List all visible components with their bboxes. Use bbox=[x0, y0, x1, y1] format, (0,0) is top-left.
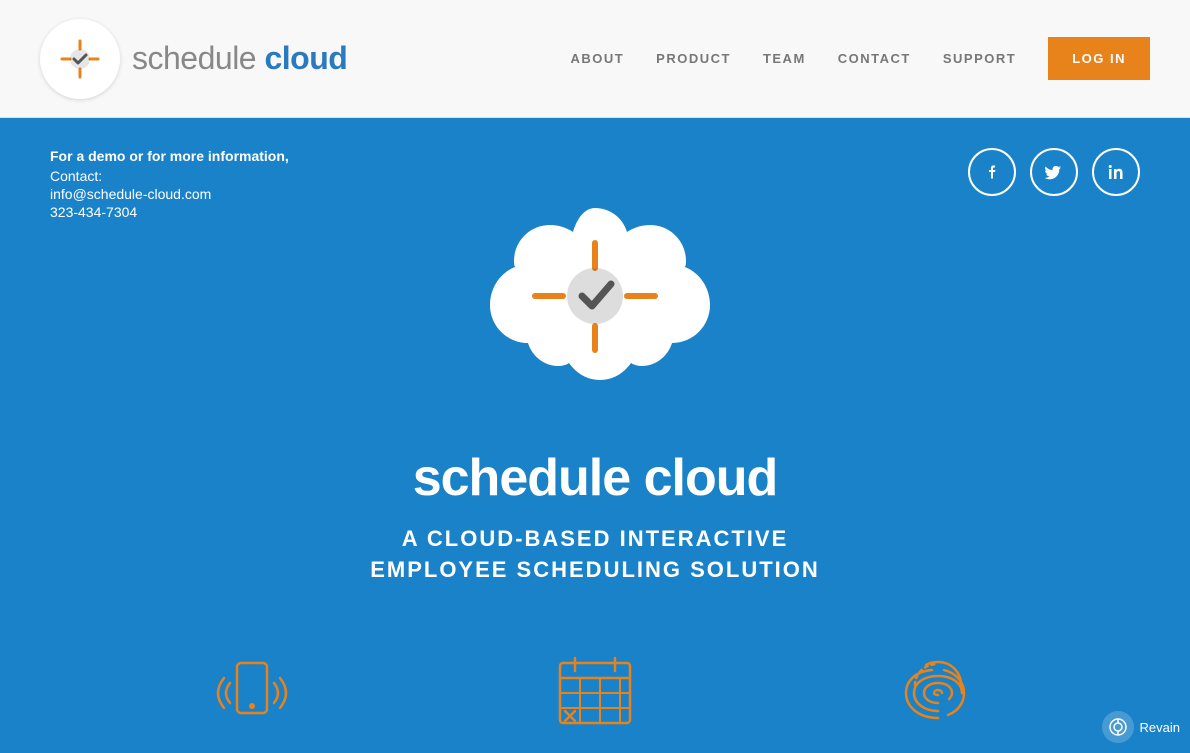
facebook-icon[interactable] bbox=[968, 148, 1016, 196]
twitter-icon[interactable] bbox=[1030, 148, 1078, 196]
hero-brand-regular: schedule bbox=[413, 449, 644, 507]
nav-about[interactable]: ABOUT bbox=[570, 51, 624, 66]
contact-info: For a demo or for more information, Cont… bbox=[50, 148, 289, 220]
logo-text-bold: cloud bbox=[264, 40, 347, 76]
hero-brand-bold: cloud bbox=[644, 449, 778, 507]
nav-product[interactable]: PRODUCT bbox=[656, 51, 731, 66]
contact-label: Contact: bbox=[50, 168, 289, 184]
navigation: ABOUT PRODUCT TEAM CONTACT SUPPORT LOG I… bbox=[570, 37, 1150, 80]
hero-subtitle-line1: A CLOUD-BASED INTERACTIVE bbox=[370, 524, 820, 555]
revain-label: Revain bbox=[1140, 720, 1180, 735]
logo-text-regular: schedule bbox=[132, 40, 264, 76]
revain-badge: Revain bbox=[1102, 711, 1180, 743]
nav-contact[interactable]: CONTACT bbox=[838, 51, 911, 66]
mobile-icon bbox=[202, 643, 302, 743]
logo-circle bbox=[40, 19, 120, 99]
logo-text: schedule cloud bbox=[132, 40, 347, 77]
nav-support[interactable]: SUPPORT bbox=[943, 51, 1016, 66]
calendar-icon bbox=[545, 643, 645, 743]
cloud-illustration bbox=[455, 188, 735, 428]
header: schedule cloud ABOUT PRODUCT TEAM CONTAC… bbox=[0, 0, 1190, 118]
hero-section: For a demo or for more information, Cont… bbox=[0, 118, 1190, 753]
hero-subtitle: A CLOUD-BASED INTERACTIVE EMPLOYEE SCHED… bbox=[370, 524, 820, 586]
demo-text: For a demo or for more information, bbox=[50, 148, 289, 164]
fingerprint-icon bbox=[888, 643, 988, 743]
logo-area: schedule cloud bbox=[40, 19, 347, 99]
login-button[interactable]: LOG IN bbox=[1048, 37, 1150, 80]
nav-team[interactable]: TEAM bbox=[763, 51, 806, 66]
hero-brand: schedule cloud bbox=[413, 448, 778, 508]
linkedin-icon[interactable] bbox=[1092, 148, 1140, 196]
bottom-icons-row bbox=[0, 643, 1190, 753]
contact-email[interactable]: info@schedule-cloud.com bbox=[50, 186, 289, 202]
hero-subtitle-line2: EMPLOYEE SCHEDULING SOLUTION bbox=[370, 555, 820, 586]
social-icons bbox=[968, 148, 1140, 196]
logo-icon bbox=[56, 35, 104, 83]
revain-logo bbox=[1102, 711, 1134, 743]
contact-phone: 323-434-7304 bbox=[50, 204, 289, 220]
